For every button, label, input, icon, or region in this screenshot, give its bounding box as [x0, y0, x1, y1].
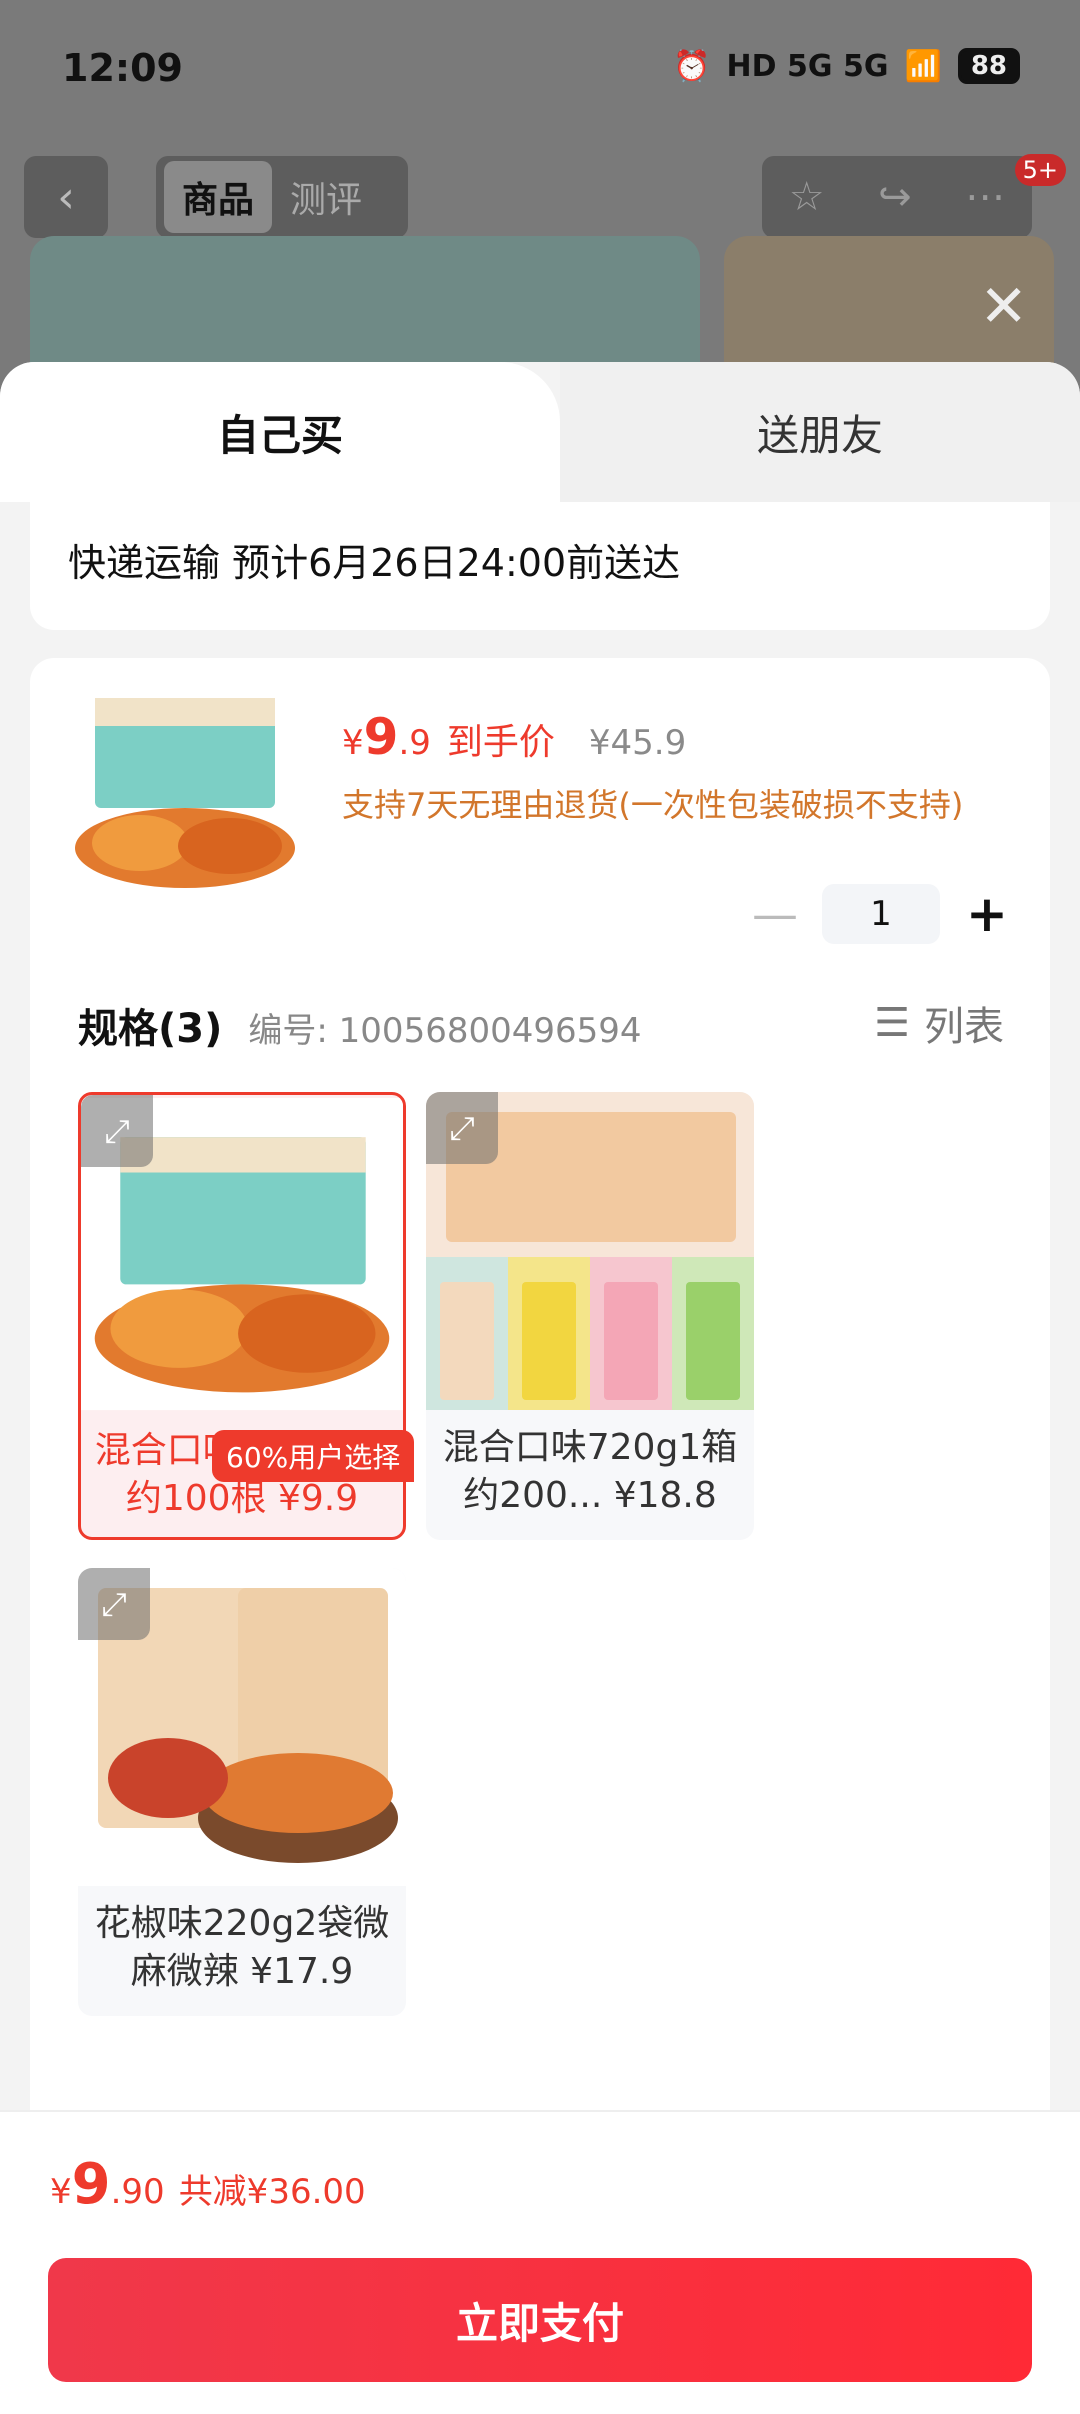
popular-choice-tag: 60%用户选择	[212, 1430, 415, 1482]
purchase-tabs: 送朋友 自己买	[0, 362, 1080, 502]
product-thumbnail	[75, 698, 295, 888]
more-icon[interactable]: ⋯	[965, 174, 1005, 220]
shipping-card: 快递运输 预计6月26日24:00前送达	[30, 502, 1050, 630]
checkout-bar: ¥9.90 共减¥36.00 立即支付	[0, 2110, 1080, 2414]
favorite-star-icon[interactable]: ☆	[789, 174, 825, 220]
product-main-image	[30, 236, 700, 376]
close-icon[interactable]: ✕	[979, 272, 1028, 340]
purchase-sheet: 送朋友 自己买 快递运输 预计6月26日24:00前送达 ¥9.9 到手价 ¥4…	[0, 362, 1080, 2412]
price-decimal: .9	[398, 723, 431, 763]
spec-title: 规格(3)	[78, 1006, 223, 1052]
option-label: 花椒味220g2袋微麻微辣 ¥17.9	[94, 1903, 390, 1992]
price-currency: ¥	[342, 723, 364, 763]
back-button[interactable]: ‹	[24, 156, 108, 238]
list-label: 列表	[924, 1004, 1004, 1050]
list-icon: ☰	[874, 1000, 910, 1046]
clock: 12:09	[62, 46, 183, 90]
tab-reviews[interactable]: 测评	[272, 161, 380, 233]
price-integer: 9	[363, 708, 399, 766]
return-policy: 支持7天无理由退货(一次性包装破损不支持)	[342, 786, 964, 824]
top-tools: ☆ ↪ ⋯	[762, 156, 1032, 238]
spec-option[interactable]: ⤢ 混合口味720g1箱约200... ¥18.8	[426, 1092, 754, 1540]
tab-gift[interactable]: 送朋友	[560, 362, 1080, 502]
option-label: 混合口味720g1箱约200... ¥18.8	[442, 1427, 738, 1516]
expand-icon[interactable]: ⤢	[81, 1095, 153, 1167]
price-row: ¥9.9 到手价 ¥45.9	[342, 708, 686, 766]
tab-self-buy[interactable]: 自己买	[0, 362, 560, 502]
quantity-value[interactable]: 1	[822, 884, 940, 944]
network-indicator: HD 5G 5G	[726, 48, 889, 84]
product-number: 编号: 10056800496594	[248, 1011, 642, 1051]
total-currency: ¥	[50, 2172, 72, 2212]
expand-icon[interactable]: ⤢	[426, 1092, 498, 1164]
discount-total: 共减¥36.00	[178, 2172, 366, 2212]
spec-option[interactable]: ⤢ 花椒味220g2袋微麻微辣 ¥17.9	[78, 1568, 406, 2016]
final-price-label: 到手价	[446, 722, 555, 763]
goods-review-switch: 商品 测评	[156, 156, 408, 238]
pay-now-button[interactable]: 立即支付	[48, 2258, 1032, 2382]
total-summary: ¥9.90 共减¥36.00	[50, 2152, 366, 2217]
decrease-button[interactable]: —	[752, 887, 798, 941]
total-integer: 9	[71, 2152, 111, 2217]
quantity-stepper: — 1 +	[752, 884, 1010, 944]
total-decimal: .90	[110, 2172, 165, 2212]
status-icons: ⏰ HD 5G 5G 📶 88	[673, 48, 1020, 84]
share-icon[interactable]: ↪	[878, 174, 912, 220]
battery-indicator: 88	[957, 48, 1020, 84]
expand-icon[interactable]: ⤢	[78, 1568, 150, 1640]
shipping-estimate: 快递运输 预计6月26日24:00前送达	[68, 541, 681, 585]
product-top-nav: ‹ 商品 测评 ☆ ↪ ⋯ 5+	[0, 154, 1080, 240]
increase-button[interactable]: +	[964, 885, 1010, 943]
notification-badge: 5+	[1014, 154, 1066, 186]
alarm-icon: ⏰	[673, 48, 711, 84]
chevron-left-icon: ‹	[57, 171, 75, 223]
original-price: ¥45.9	[588, 723, 687, 763]
wifi-icon: 📶	[904, 48, 942, 84]
spec-header: 规格(3) 编号: 10056800496594	[78, 996, 642, 1054]
tab-goods[interactable]: 商品	[164, 161, 273, 233]
status-bar: 12:09 ⏰ HD 5G 5G 📶 88	[0, 0, 1080, 140]
list-view-button[interactable]: ☰ 列表	[874, 994, 1004, 1052]
